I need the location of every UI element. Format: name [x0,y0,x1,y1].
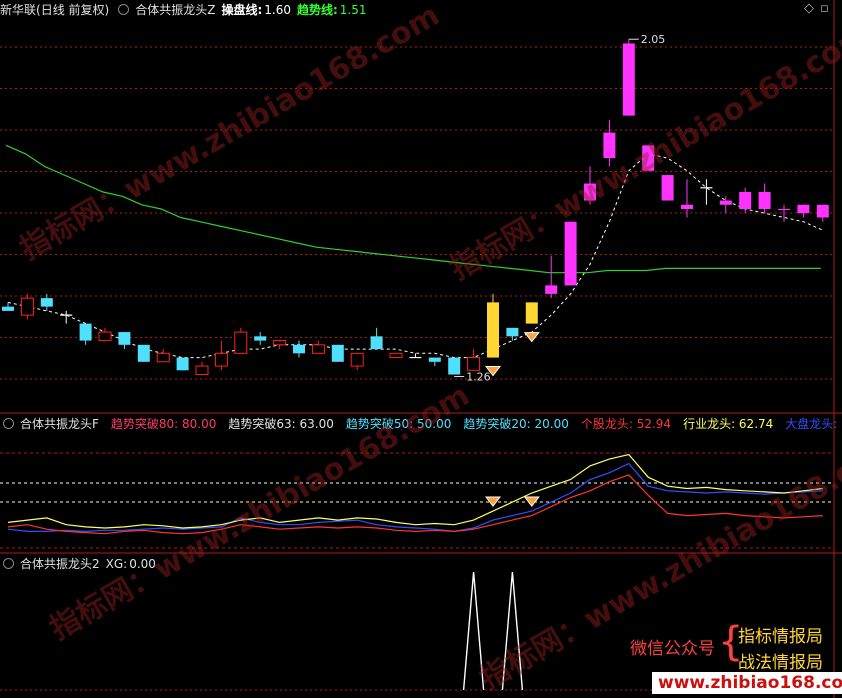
candle-body [428,357,441,362]
panel2-item-3: 趋势突破20: 20.00 [463,417,569,431]
operate-line [7,153,824,359]
panel2-indicator-name: 合体共振龙头F [20,417,99,431]
xg-spike [501,571,524,691]
candle-body [681,204,693,209]
xg-spike [462,571,485,691]
candle-body [156,352,170,363]
candle-body [584,183,596,201]
candle-body [506,327,519,337]
promo-site: www.zhibiao168.com [652,672,842,694]
period-label: (日线 前复权) [36,3,110,17]
candle-body [564,221,577,286]
high-price-label: 2.05 [641,33,666,46]
trend-line-value: 1.51 [339,3,367,17]
candle-body [137,344,150,362]
candle-body [195,365,209,376]
candle-body [487,302,499,358]
candle-body [622,43,635,116]
panel2-item-6: 大盘龙头: 65.41 [785,417,842,431]
candle-body [719,200,732,205]
osc-line-industry [7,453,823,529]
panel2-header: 合体共振龙头F 趋势突破80: 80.00 趋势突破63: 63.00 趋势突破50:… [0,415,842,433]
candle-body [816,204,829,218]
main-header: 新华联(日线 前复权) 合体共振龙头Z 操盘线: 1.60 趋势线: 1.51 [0,1,373,19]
promo-block: 微信公众号 { 指标情报局 战法情报局 [630,619,840,673]
trend-line-label: 趋势线: [296,3,338,17]
panel2-item-0: 趋势突破80: 80.00 [110,417,217,431]
candle-body [797,204,810,214]
candle-body [661,175,674,201]
indicator-toggle-icon[interactable] [118,4,130,15]
panel3-toggle-icon[interactable] [3,558,14,569]
panel2-toggle-icon[interactable] [3,418,14,429]
main-indicator-name: 合体共振龙头Z [135,3,216,17]
candle-body [778,209,790,210]
candle-body [350,352,364,367]
chart-canvas[interactable]: 2.05 1.26 [0,0,842,698]
candle-body [214,352,228,367]
candle-body [176,357,189,371]
candle-body [467,357,481,371]
promo-left-text: 微信公众号 [630,639,715,659]
panel2-values: 趋势突破80: 80.00 趋势突破63: 63.00 趋势突破50: 50.00 趋… [105,417,842,431]
operate-line-label: 操盘线: [221,3,263,17]
candle-body [370,336,383,350]
panel2-item-1: 趋势突破63: 63.00 [228,417,334,431]
panel3-header: 合体共振龙头2 XG: 0.00 [0,555,162,573]
candle-body [545,285,558,294]
candle-body [254,336,267,341]
candle-body [758,192,771,209]
promo-right-1: 指标情报局 [738,627,823,647]
stock-name: 新华联 [0,3,37,17]
candle-body [448,357,461,375]
candle-body [98,331,112,342]
panel3-indicator-name: 合体共振龙头2 [20,557,100,571]
osc-line-market [7,462,823,533]
candle-body [118,332,131,345]
promo-right-2: 战法情报局 [738,653,823,673]
candle-body [739,192,752,209]
candle-body [603,132,616,159]
panel2-item-5: 行业龙头: 62.74 [683,417,774,431]
trend-line [5,144,821,274]
low-price-label: 1.26 [466,371,491,384]
candle-body [20,297,34,316]
candle-body [234,331,248,354]
panel2-item-4: 个股龙头: 52.94 [580,417,672,431]
panel2-item-2: 趋势突破50: 50.00 [345,417,452,431]
candle-body [293,344,305,354]
candle-body [331,344,344,362]
candle-body [273,340,287,346]
candle-body [2,306,14,311]
candle-body [389,352,403,359]
candle-body [642,145,655,171]
candle-body [525,302,538,324]
candle-body [40,298,53,307]
candle-body [79,323,92,341]
operate-line-value: 1.60 [264,3,291,17]
xg-label: XG: [105,557,128,571]
candle-body [311,344,325,354]
window-control-icon[interactable]: ▫ [820,1,829,16]
xg-value: 0.00 [129,557,156,571]
diamond-icon[interactable]: ◇ [804,1,814,16]
